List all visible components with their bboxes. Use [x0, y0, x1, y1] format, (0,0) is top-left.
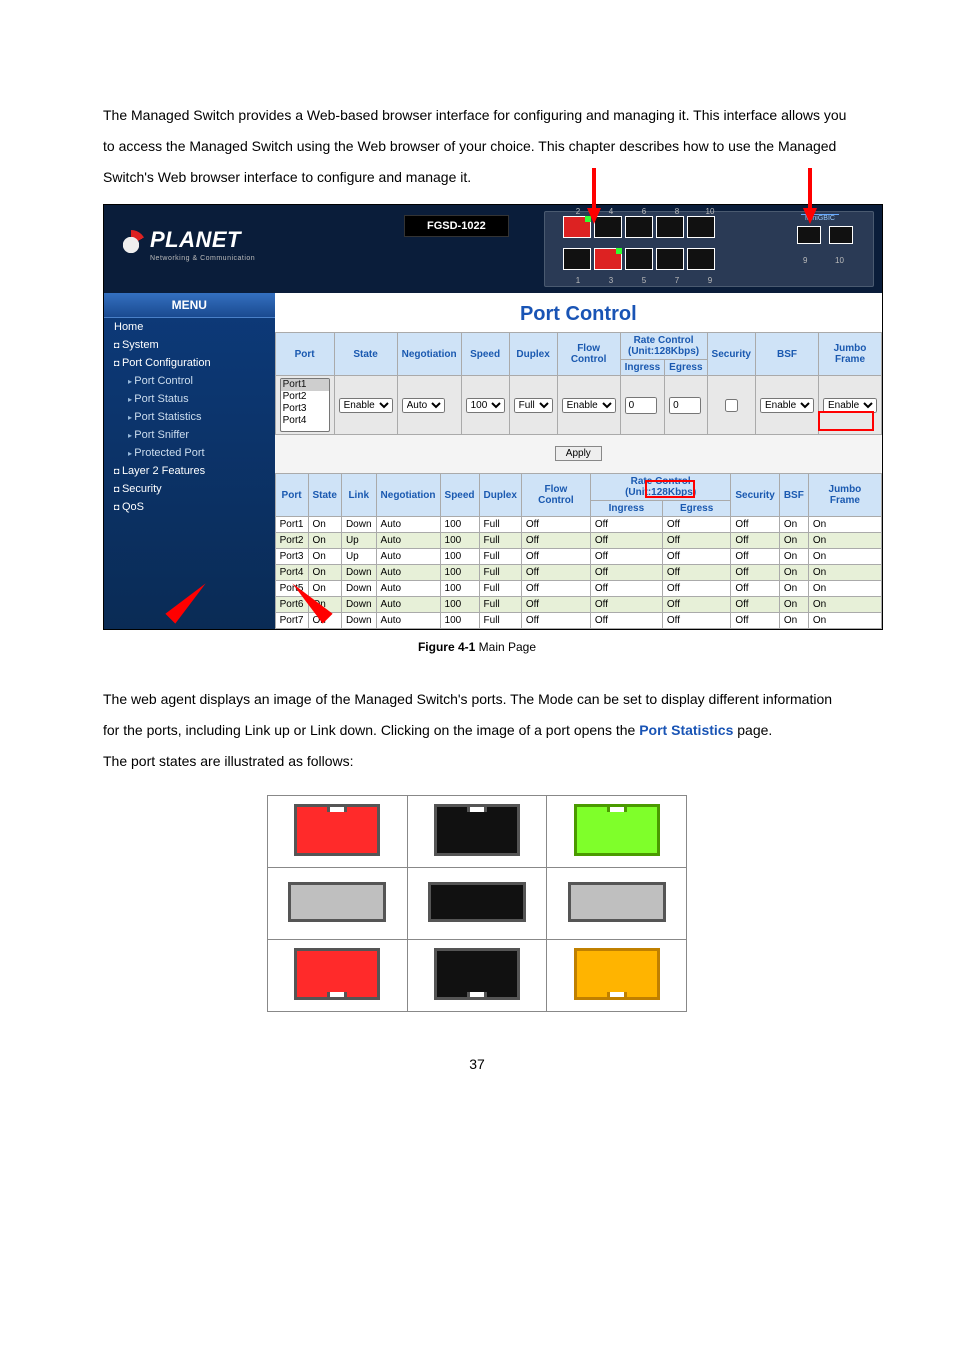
menu-system[interactable]: System — [104, 336, 275, 354]
th-flow: Flow Control — [557, 333, 620, 376]
th-sec: Security — [707, 333, 755, 376]
port-numbers-bot: 13579 — [563, 276, 725, 285]
model-label: FGSD-1022 — [404, 215, 509, 237]
port-icon-amber-down — [574, 948, 660, 1000]
menu-protected-port[interactable]: Protected Port — [104, 444, 275, 462]
apply-button[interactable]: Apply — [555, 446, 602, 461]
table-row: Port4OnDownAuto100FullOffOffOffOffOnOn — [275, 565, 881, 581]
menu-security[interactable]: Security — [104, 480, 275, 498]
security-checkbox[interactable] — [725, 399, 738, 412]
screenshot-figure: PLANET Networking & Communication FGSD-1… — [103, 204, 883, 630]
callout-apply — [645, 480, 695, 498]
app-header: PLANET Networking & Communication FGSD-1… — [104, 205, 882, 293]
panel-port-9[interactable] — [687, 248, 715, 270]
port-states-grid — [267, 795, 687, 1012]
th-rate: Rate Control (Unit:128Kbps) — [620, 333, 707, 360]
ingress-input[interactable] — [625, 397, 657, 414]
port-icon-black-up — [434, 804, 520, 856]
table-row: Port7OnDownAuto100FullOffOffOffOffOnOn — [275, 613, 881, 629]
port-icon-red-down — [294, 948, 380, 1000]
port-icon-black-wide — [428, 882, 526, 922]
bsf-select[interactable]: Enable — [760, 398, 814, 413]
th-egress: Egress — [665, 360, 707, 376]
port-icon-grey-wide2 — [568, 882, 666, 922]
figure-caption: Figure 4-1 Main Page — [103, 640, 851, 654]
intro-paragraph: The Managed Switch provides a Web-based … — [103, 100, 851, 192]
menu-port-statistics[interactable]: Port Statistics — [104, 408, 275, 426]
panel-port-3[interactable] — [594, 248, 622, 270]
table-row: Port6OnDownAuto100FullOffOffOffOffOnOn — [275, 597, 881, 613]
content-area: Port Control Port State Negotiation Spee… — [275, 293, 882, 629]
port-icon-red-up — [294, 804, 380, 856]
th-bsf: BSF — [756, 333, 819, 376]
menu-port-status[interactable]: Port Status — [104, 390, 275, 408]
state-select[interactable]: Enable — [339, 398, 393, 413]
port-icon-black-down — [434, 948, 520, 1000]
page-number: 37 — [103, 1056, 851, 1072]
sidebar-menu: MENU Home System Port Configuration Port… — [104, 293, 275, 629]
port-multi-select[interactable]: Port1 Port2 Port3 Port4 — [280, 378, 330, 432]
panel-port-8[interactable] — [656, 216, 684, 238]
menu-qos[interactable]: QoS — [104, 498, 275, 516]
arrow-to-menu — [163, 594, 213, 608]
table-row: Port2OnUpAuto100FullOffOffOffOffOnOn — [275, 533, 881, 549]
th-neg: Negotiation — [397, 333, 461, 376]
panel-port-5[interactable] — [625, 248, 653, 270]
panel-para-c: The port states are illustrated as follo… — [103, 746, 851, 777]
logo-subtext: Networking & Communication — [150, 255, 255, 262]
logo: PLANET Networking & Communication — [116, 227, 255, 262]
sfp-port-9[interactable] — [797, 226, 821, 244]
table-row: Port1OnDownAuto100FullOffOffOffOffOnOn — [275, 517, 881, 533]
duplex-select[interactable]: Full — [514, 398, 553, 413]
th-state: State — [334, 333, 397, 376]
logo-icon — [116, 230, 146, 260]
menu-layer2[interactable]: Layer 2 Features — [104, 462, 275, 480]
panel-port-7[interactable] — [656, 248, 684, 270]
port-statistics-link: Port Statistics — [639, 722, 733, 738]
flow-select[interactable]: Enable — [562, 398, 616, 413]
panel-port-6[interactable] — [625, 216, 653, 238]
speed-select[interactable]: 100 — [466, 398, 505, 413]
table-row: Port3OnUpAuto100FullOffOffOffOffOnOn — [275, 549, 881, 565]
page-title: Port Control — [275, 293, 882, 332]
th-port: Port — [275, 333, 334, 376]
negotiation-select[interactable]: Auto — [402, 398, 445, 413]
port-icon-grey-wide — [288, 882, 386, 922]
menu-port-config[interactable]: Port Configuration — [104, 354, 275, 372]
sfp-group: MiniGBIC 9 10 — [793, 216, 863, 272]
panel-port-1[interactable] — [563, 248, 591, 270]
arrow-to-content — [285, 594, 335, 608]
callout-jumbo-select — [818, 411, 874, 431]
table-row: Port5OnDownAuto100FullOffOffOffOffOnOn — [275, 581, 881, 597]
menu-port-control[interactable]: Port Control — [104, 372, 275, 390]
th-ingress: Ingress — [620, 360, 665, 376]
th-speed: Speed — [461, 333, 509, 376]
th-duplex: Duplex — [509, 333, 557, 376]
menu-header: MENU — [104, 293, 275, 318]
menu-home[interactable]: Home — [104, 318, 275, 336]
egress-input[interactable] — [669, 397, 701, 414]
panel-port-10[interactable] — [687, 216, 715, 238]
menu-port-sniffer[interactable]: Port Sniffer — [104, 426, 275, 444]
th-jumbo: Jumbo Frame — [819, 333, 882, 376]
port-icon-green-up — [574, 804, 660, 856]
control-table: Port State Negotiation Speed Duplex Flow… — [275, 332, 882, 435]
status-table: Port State Link Negotiation Speed Duplex… — [275, 473, 882, 629]
panel-para-b: page. — [737, 722, 772, 738]
logo-text: PLANET — [150, 227, 241, 252]
sfp-port-10[interactable] — [829, 226, 853, 244]
